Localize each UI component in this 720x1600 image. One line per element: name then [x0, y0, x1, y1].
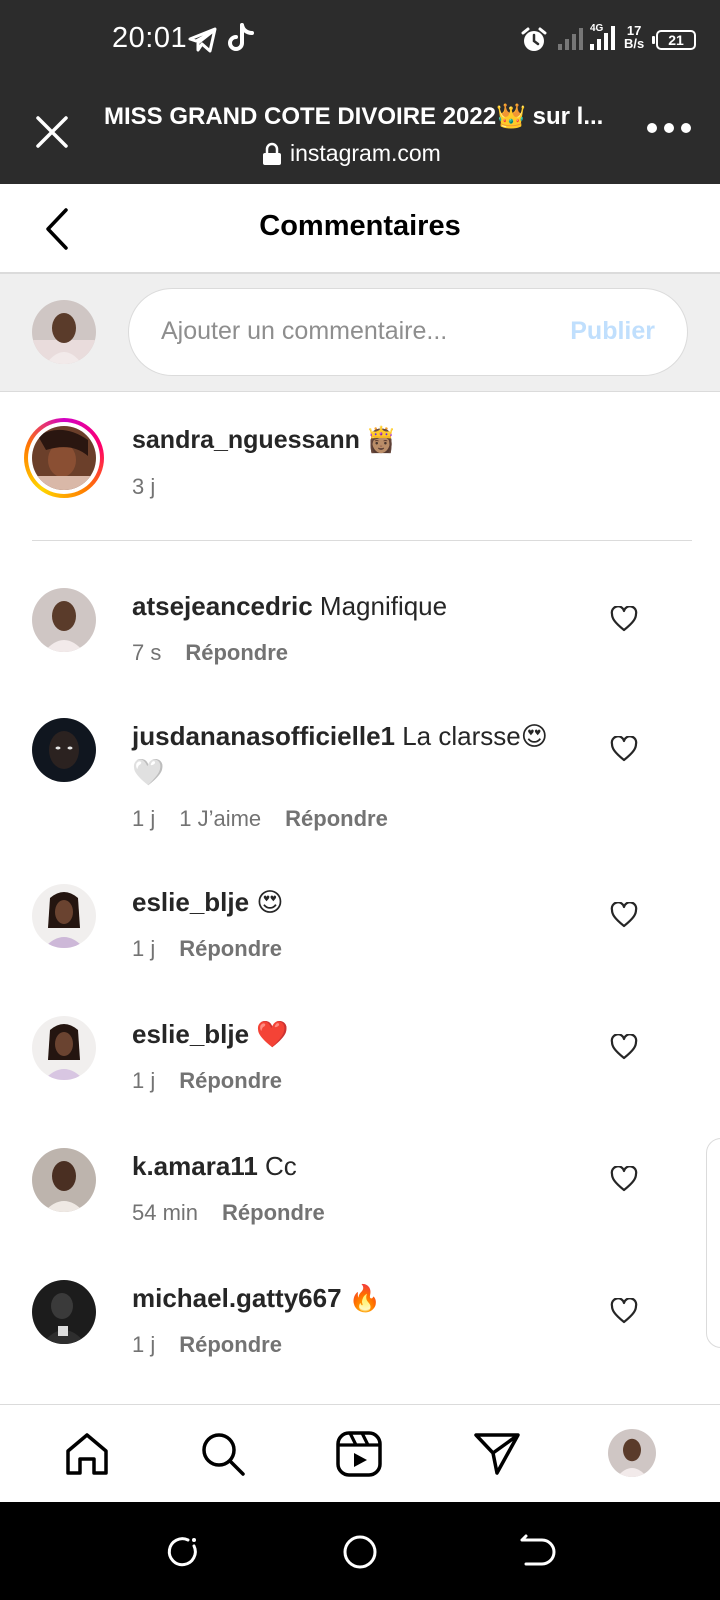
- more-icon[interactable]: [644, 118, 694, 138]
- comment-body: Magnifique: [319, 591, 448, 621]
- comment-text: eslie_blje ❤️: [132, 1016, 572, 1052]
- url-text: instagram.com: [290, 140, 441, 166]
- post-caption: sandra_nguessann 👸🏽 3 j: [0, 392, 720, 542]
- publish-button[interactable]: Publier: [570, 317, 655, 346]
- comment-username[interactable]: eslie_blje: [132, 1019, 249, 1049]
- search-icon[interactable]: [198, 1429, 248, 1479]
- profile-avatar[interactable]: [608, 1429, 656, 1477]
- reply-button[interactable]: Répondre: [185, 640, 288, 666]
- reels-icon[interactable]: [334, 1429, 384, 1479]
- reply-button[interactable]: Répondre: [285, 806, 388, 832]
- comment-composer: Ajouter un commentaire... Publier: [0, 274, 720, 392]
- comment-time: 7 s: [132, 640, 162, 665]
- comment-username[interactable]: jusdananasofficielle1: [132, 721, 395, 751]
- heart-icon[interactable]: [610, 1298, 638, 1324]
- close-icon[interactable]: [30, 110, 74, 154]
- comment-input-placeholder: Ajouter un commentaire...: [161, 317, 448, 345]
- heart-icon[interactable]: [610, 1034, 638, 1060]
- comment-username[interactable]: atsejeancedric: [132, 591, 313, 621]
- comment-text: michael.gatty667 🔥: [132, 1280, 572, 1316]
- recents-icon[interactable]: [164, 1532, 204, 1572]
- comment-input[interactable]: Ajouter un commentaire... Publier: [128, 288, 688, 376]
- battery-indicator: 21: [652, 30, 696, 50]
- comment-meta: 1 j Répondre: [132, 936, 282, 962]
- browser-page-title: MISS GRAND COTE DIVOIRE 2022👑 sur l...: [104, 103, 604, 130]
- avatar[interactable]: [32, 300, 96, 364]
- comment-body: ❤️: [256, 1019, 289, 1049]
- comment-likes[interactable]: 1 J’aime: [179, 806, 261, 832]
- bottom-navigation: [0, 1404, 720, 1502]
- comment-meta: 1 j 1 J’aime Répondre: [132, 806, 388, 832]
- reply-button[interactable]: Répondre: [222, 1200, 325, 1226]
- comment-text: k.amara11 Cc: [132, 1148, 572, 1184]
- speed-unit: B/s: [624, 36, 645, 51]
- reply-button[interactable]: Répondre: [179, 1332, 282, 1358]
- comment-meta: 1 j Répondre: [132, 1068, 282, 1094]
- avatar[interactable]: [32, 1148, 96, 1212]
- comment-body: 😍: [256, 887, 284, 917]
- comment-body: 🔥: [348, 1283, 382, 1313]
- heart-icon[interactable]: [610, 606, 638, 632]
- avatar[interactable]: [32, 1016, 96, 1080]
- telegram-icon: [188, 27, 217, 53]
- reply-button[interactable]: Répondre: [179, 936, 282, 962]
- comments-header: Commentaires: [0, 184, 720, 274]
- browser-url: instagram.com: [262, 140, 441, 167]
- heart-icon[interactable]: [610, 736, 638, 762]
- avatar[interactable]: [32, 588, 96, 652]
- reply-button[interactable]: Répondre: [179, 1068, 282, 1094]
- comment-time: 1 j: [132, 936, 156, 961]
- comment-body: Cc: [265, 1151, 297, 1181]
- comment-time: 54 min: [132, 1200, 199, 1225]
- comment-meta: 7 s Répondre: [132, 640, 288, 666]
- caption-emoji: 👸🏽: [365, 426, 397, 454]
- status-bar: 20:01 4G 17 B/s 21: [0, 0, 720, 82]
- back-icon[interactable]: [516, 1532, 556, 1572]
- signal-4g-icon: 4G: [590, 23, 615, 50]
- story-ring-avatar[interactable]: [24, 418, 104, 498]
- home-icon[interactable]: [62, 1429, 112, 1479]
- comment-text: eslie_blje 😍: [132, 884, 572, 920]
- in-app-browser-bar: MISS GRAND COTE DIVOIRE 2022👑 sur l... i…: [0, 82, 720, 184]
- avatar[interactable]: [32, 718, 96, 782]
- heart-icon[interactable]: [610, 902, 638, 928]
- avatar[interactable]: [32, 884, 96, 948]
- caption-time: 3 j: [132, 474, 156, 499]
- network-speed: 17 B/s: [624, 24, 644, 50]
- status-time: 20:01: [112, 22, 188, 54]
- page-title: Commentaires: [259, 210, 461, 242]
- caption-text: sandra_nguessann 👸🏽: [132, 426, 397, 455]
- signal-icon: [558, 28, 583, 50]
- divider: [32, 540, 692, 541]
- heart-icon[interactable]: [610, 1166, 638, 1192]
- comment-meta: 54 min Répondre: [132, 1200, 325, 1226]
- caption-username[interactable]: sandra_nguessann: [132, 426, 360, 454]
- comment-time: 1 j: [132, 1068, 156, 1093]
- comment-text: jusdananasofficielle1 La clarsse😍🤍: [132, 718, 572, 790]
- avatar[interactable]: [32, 1280, 96, 1344]
- network-label: 4G: [590, 23, 604, 34]
- direct-icon[interactable]: [472, 1429, 522, 1479]
- alarm-icon: [521, 27, 547, 51]
- comment-meta: 1 j Répondre: [132, 1332, 282, 1358]
- comment-time: 1 j: [132, 806, 156, 831]
- home-button-icon[interactable]: [340, 1532, 380, 1572]
- tiktok-icon: [228, 23, 254, 51]
- comment-username[interactable]: k.amara11: [132, 1151, 258, 1181]
- side-panel-handle[interactable]: [706, 1138, 720, 1348]
- system-navigation-bar: [0, 1502, 720, 1600]
- comment-username[interactable]: eslie_blje: [132, 887, 249, 917]
- comment-text: atsejeancedric Magnifique: [132, 588, 572, 624]
- comment-time: 1 j: [132, 1332, 156, 1357]
- comment-username[interactable]: michael.gatty667: [132, 1283, 342, 1313]
- lock-icon: [263, 142, 281, 165]
